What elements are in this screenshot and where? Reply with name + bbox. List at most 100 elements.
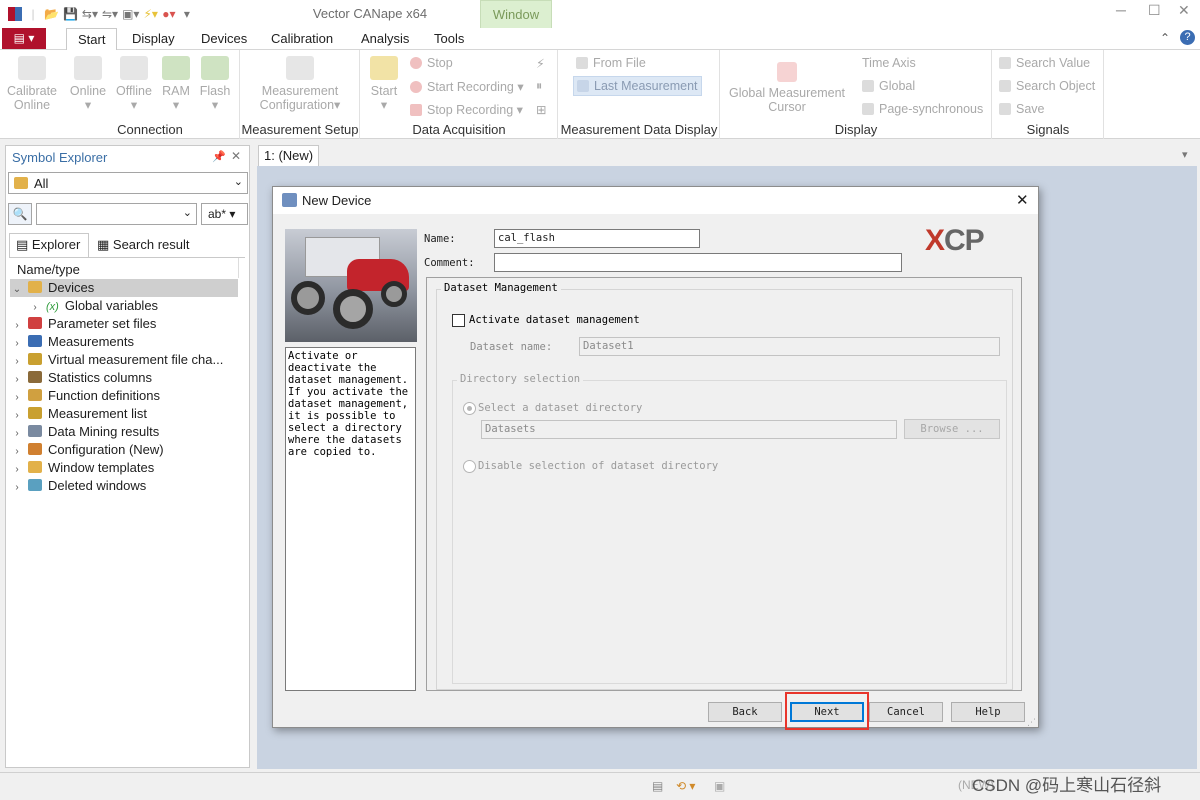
tab-start[interactable]: Start xyxy=(66,28,118,51)
tree-item[interactable]: › Measurements xyxy=(10,333,223,351)
flash-icon xyxy=(201,56,229,80)
page-synchronous-button[interactable]: Page-synchronous xyxy=(862,102,983,116)
panel-close-icon[interactable]: ✕ xyxy=(231,149,241,163)
virtual-file-icon xyxy=(28,353,42,365)
tree-item-label: Virtual measurement file cha... xyxy=(48,352,224,367)
global-measurement-cursor-button[interactable]: Global Measurement Cursor xyxy=(724,62,850,114)
tree-item[interactable]: › (x) Global variables xyxy=(10,297,223,315)
disable-directory-radio[interactable] xyxy=(463,460,476,473)
stop-button[interactable]: Stop xyxy=(410,56,453,70)
dialog-title-bar xyxy=(273,187,1038,214)
chevron-right-icon[interactable]: › xyxy=(10,479,24,497)
tab-display[interactable]: Display xyxy=(132,31,175,46)
tree-item[interactable]: ⌄ Devices xyxy=(10,279,223,297)
tree-item[interactable]: › Measurement list xyxy=(10,405,223,423)
from-file-button[interactable]: From File xyxy=(576,56,646,70)
collapse-ribbon-icon[interactable]: ⌃ xyxy=(1160,31,1170,45)
help-button[interactable]: Help xyxy=(951,702,1025,722)
dataset-name-input[interactable]: Dataset1 xyxy=(579,337,1000,356)
group-label-mdd: Measurement Data Display xyxy=(560,122,718,137)
tree-item-label: Window templates xyxy=(48,460,155,475)
configuration-icon xyxy=(286,56,314,80)
calibrate-online-button[interactable]: Calibrate Online xyxy=(4,56,60,112)
document-tab[interactable]: 1: (New) xyxy=(258,145,320,166)
help-icon[interactable]: ? xyxy=(1180,30,1195,45)
next-button[interactable]: Next xyxy=(790,702,864,722)
save-button[interactable]: Save xyxy=(999,102,1045,116)
tree-item-label: Measurement list xyxy=(48,406,147,421)
tree-item[interactable]: › Statistics columns xyxy=(10,369,223,387)
select-directory-radio[interactable] xyxy=(463,402,476,415)
ram-button[interactable]: RAM ▾ xyxy=(158,56,194,112)
disable-directory-label: Disable selection of dataset directory xyxy=(478,460,719,472)
name-input[interactable]: cal_flash xyxy=(494,229,700,248)
tree-item-label: Global variables xyxy=(64,298,159,313)
dialog-close-icon[interactable]: ✕ xyxy=(1016,191,1029,209)
file-menu-button[interactable]: ▤ ▾ xyxy=(2,28,46,49)
cancel-button[interactable]: Cancel xyxy=(869,702,943,722)
pin-icon[interactable]: 📌 xyxy=(212,150,226,163)
ribbon-tab-bar xyxy=(0,28,1200,50)
tree-item[interactable]: › Function definitions xyxy=(10,387,223,405)
minimize-icon[interactable]: ─ xyxy=(1116,2,1126,18)
layout-icon[interactable]: ▤ xyxy=(652,779,663,793)
tab-search-result[interactable]: ▦ Search result xyxy=(92,237,195,253)
global-button[interactable]: Global xyxy=(862,79,915,93)
tree-item[interactable]: › Virtual measurement file cha... xyxy=(10,351,223,369)
tab-calibration[interactable]: Calibration xyxy=(271,31,333,46)
start-button[interactable]: Start ▾ xyxy=(366,56,402,112)
directory-group-title: Directory selection xyxy=(457,373,584,385)
trigger-icon[interactable]: ⚡ xyxy=(536,56,545,71)
add-icon[interactable]: ⊞ xyxy=(536,102,546,117)
save-status-icon[interactable]: ▣ xyxy=(714,779,725,793)
measurement-configuration-button[interactable]: Measurement Configuration▾ xyxy=(246,56,354,112)
last-measurement-button[interactable]: Last Measurement xyxy=(573,76,702,96)
comment-input[interactable] xyxy=(494,253,902,272)
window-title: Vector CANape x64 xyxy=(312,6,428,21)
group-label-acquisition: Data Acquisition xyxy=(412,122,506,137)
maximize-icon[interactable]: ☐ xyxy=(1148,2,1161,19)
window-template-icon xyxy=(28,461,42,473)
tree-item[interactable]: › Parameter set files xyxy=(10,315,223,333)
resize-grip-icon[interactable]: ⋰ xyxy=(1027,717,1036,728)
close-icon[interactable]: ✕ xyxy=(1178,2,1190,19)
search-input[interactable]: ⌄ xyxy=(36,203,197,225)
tree-item[interactable]: › Configuration (New) xyxy=(10,441,223,459)
measurement-icon xyxy=(28,335,42,347)
tab-devices[interactable]: Devices xyxy=(201,31,247,46)
time-axis-button[interactable]: Time Axis xyxy=(862,56,916,70)
activate-checkbox[interactable] xyxy=(452,314,465,327)
offline-icon xyxy=(120,56,148,80)
configuration-icon xyxy=(28,443,42,455)
panel-title: Symbol Explorer xyxy=(12,150,108,165)
tab-list-icon[interactable]: ▾ xyxy=(1182,148,1188,161)
statistics-icon xyxy=(28,371,42,383)
tab-analysis[interactable]: Analysis xyxy=(361,31,409,46)
search-object-button[interactable]: Search Object xyxy=(999,79,1095,93)
help-text-box: Activate or deactivate the dataset manag… xyxy=(285,347,416,691)
group-label-display: Display xyxy=(834,122,878,137)
start-recording-button[interactable]: Start Recording ▾ xyxy=(410,79,524,94)
data-mining-icon xyxy=(28,425,42,437)
online-button[interactable]: Online ▾ xyxy=(66,56,110,112)
back-button[interactable]: Back xyxy=(708,702,782,722)
search-value-button[interactable]: Search Value xyxy=(999,56,1090,70)
flash-button[interactable]: Flash ▾ xyxy=(196,56,234,112)
browse-button[interactable]: Browse ... xyxy=(904,419,1000,439)
search-icon[interactable]: 🔍 xyxy=(8,203,32,225)
explorer-tree: ⌄ Devices › (x) Global variables › Parameter s… xyxy=(10,279,224,495)
filter-select[interactable]: All ⌄ xyxy=(8,172,248,194)
match-mode-button[interactable]: ab* ▾ xyxy=(201,203,248,225)
sync-icon[interactable]: ⟲ ▾ xyxy=(676,779,695,793)
tree-item[interactable]: › Deleted windows xyxy=(10,477,223,495)
directory-input[interactable]: Datasets xyxy=(481,420,897,439)
offline-button[interactable]: Offline ▾ xyxy=(112,56,156,112)
tab-tools[interactable]: Tools xyxy=(434,31,464,46)
tree-item[interactable]: › Data Mining results xyxy=(10,423,223,441)
watermark: CSDN @码上寒山石径斜 xyxy=(972,776,1162,795)
car-test-bench-image xyxy=(285,229,417,342)
tree-item[interactable]: › Window templates xyxy=(10,459,223,477)
stop-recording-button[interactable]: Stop Recording ▾ xyxy=(410,102,523,117)
tab-explorer[interactable]: ▤ Explorer xyxy=(9,233,89,257)
pause-icon[interactable]: ⏸ xyxy=(536,79,542,94)
